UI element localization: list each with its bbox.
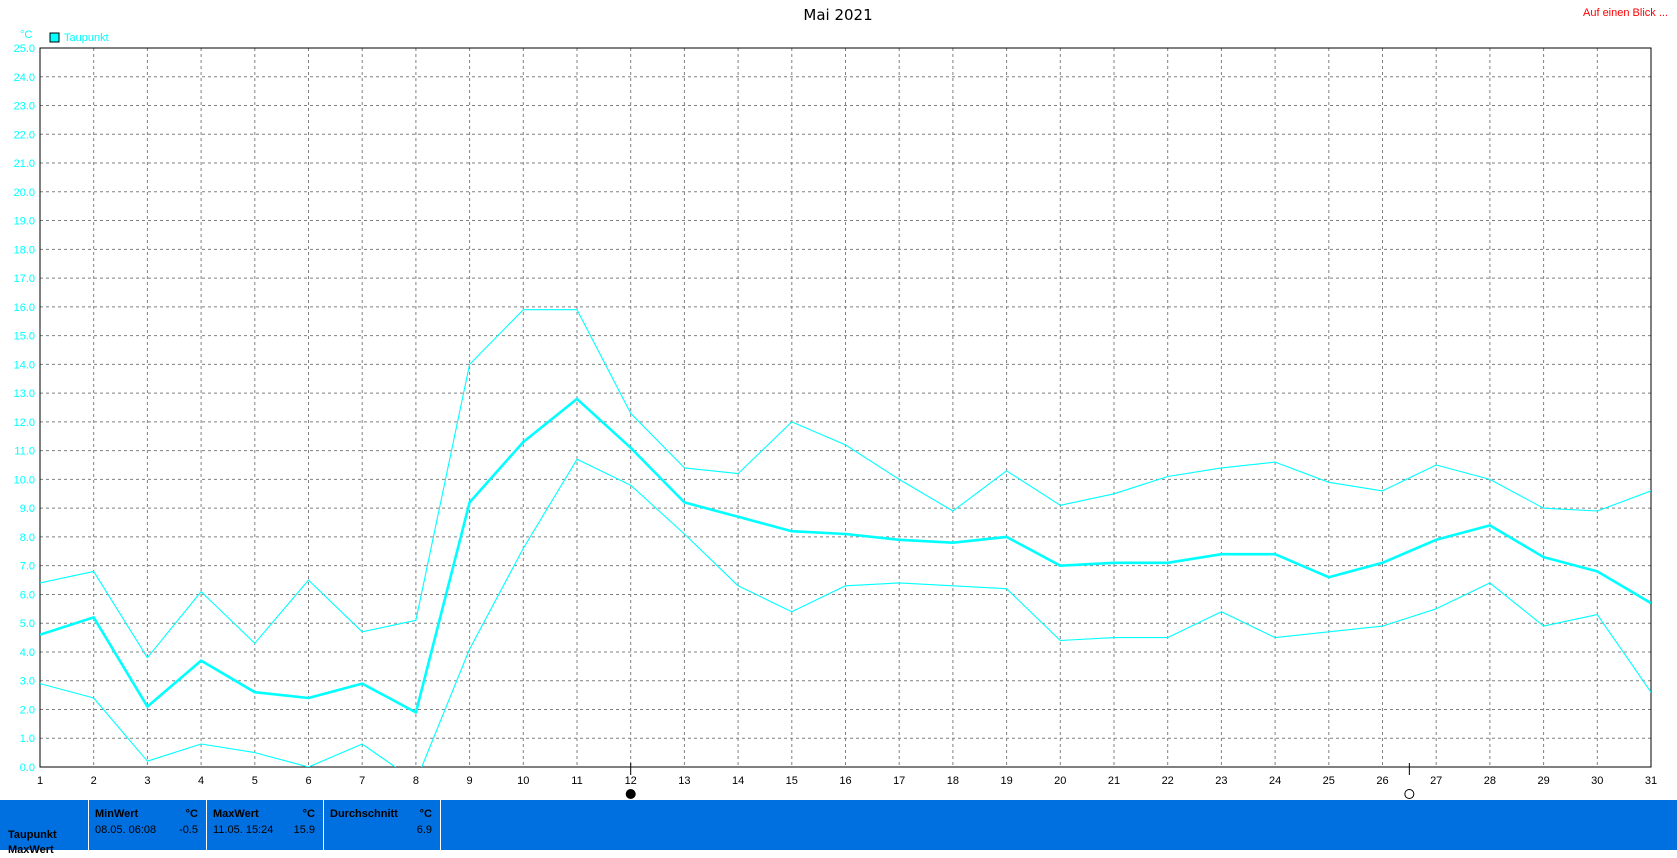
plot-frame: [39, 47, 1652, 768]
x-tick-label: 15: [786, 775, 798, 787]
stat-row-label: MaxWert: [8, 844, 54, 856]
stat-head: MaxWert: [213, 808, 259, 820]
stat-date: 11.05. 15:24: [213, 824, 274, 836]
x-tick-label: 2: [91, 775, 97, 787]
new-moon-icon: [1404, 789, 1415, 799]
x-tick-label: 18: [947, 775, 959, 787]
y-tick-label: 1.0: [20, 733, 35, 745]
dewpoint-chart: Mai 2021 Auf einen Blick ... °C Taupunkt…: [14, 6, 1668, 799]
y-tick-label: 9.0: [20, 503, 35, 515]
x-tick-label: 31: [1645, 775, 1657, 787]
x-tick-label: 30: [1591, 775, 1603, 787]
y-tick-label: 11.0: [14, 446, 35, 458]
x-tick-label: 14: [732, 775, 744, 787]
stat-box-max: MaxWert °C 11.05. 15:24 15.9: [206, 800, 323, 850]
full-moon-icon: [625, 789, 636, 799]
stat-box-min: MinWert °C 08.05. 06:08 -0.5: [88, 800, 206, 850]
stat-value: -0.5: [179, 824, 198, 836]
grid: [40, 48, 1651, 767]
x-tick-label: 12: [625, 775, 637, 787]
stat-head: MinWert: [95, 808, 139, 820]
y-tick-label: 24.0: [14, 72, 35, 84]
x-tick-label: 17: [893, 775, 905, 787]
y-tick-label: 5.0: [20, 618, 35, 630]
stat-value: 6.9: [416, 824, 432, 836]
y-tick-label: 12.0: [14, 417, 35, 429]
x-tick-label: 9: [467, 775, 473, 787]
x-tick-label: 7: [359, 775, 365, 787]
x-tick-label: 3: [144, 775, 150, 787]
y-axis-unit: °C: [20, 29, 32, 41]
y-tick-label: 7.0: [20, 561, 35, 573]
stat-value: 15.9: [293, 824, 315, 836]
y-tick-label: 16.0: [14, 302, 35, 314]
y-tick-label: 18.0: [14, 244, 35, 256]
stat-unit: °C: [302, 808, 315, 820]
stat-date: 08.05. 06:08: [95, 824, 157, 836]
y-tick-label: 13.0: [14, 388, 35, 400]
x-tick-label: 11: [571, 775, 582, 787]
x-tick-label: 26: [1376, 775, 1388, 787]
statistics-bar: Taupunkt MaxWert MinWert °C 08.05. 06:08…: [0, 800, 1677, 856]
legend-swatch: [49, 32, 60, 43]
x-tick-label: 23: [1215, 775, 1227, 787]
stat-unit: °C: [419, 808, 432, 820]
y-tick-label: 21.0: [14, 158, 35, 170]
x-tick-label: 22: [1162, 775, 1174, 787]
y-tick-label: 25.0: [14, 43, 35, 55]
x-tick-label: 19: [1000, 775, 1012, 787]
y-tick-label: 10.0: [14, 474, 35, 486]
stat-row-label: Taupunkt: [8, 829, 57, 841]
x-tick-label: 21: [1108, 775, 1120, 787]
stat-unit: °C: [185, 808, 198, 820]
moon-markers: [625, 763, 1415, 799]
x-tick-label: 29: [1537, 775, 1549, 787]
x-tick-label: 6: [305, 775, 311, 787]
stat-row-labels: Taupunkt MaxWert: [8, 828, 88, 858]
x-tick-label: 28: [1484, 775, 1496, 787]
x-tick-label: 13: [678, 775, 690, 787]
x-tick-label: 5: [252, 775, 258, 787]
x-tick-label: 24: [1269, 775, 1281, 787]
legend-label: Taupunkt: [64, 32, 109, 44]
x-tick-label: 27: [1430, 775, 1442, 787]
x-tick-label: 8: [413, 775, 419, 787]
x-tick-label: 25: [1323, 775, 1335, 787]
overview-link[interactable]: Auf einen Blick ...: [1583, 7, 1668, 19]
y-tick-label: 4.0: [20, 647, 35, 659]
y-tick-label: 6.0: [20, 589, 35, 601]
x-tick-label: 10: [517, 775, 529, 787]
chart-title: Mai 2021: [803, 6, 872, 24]
stat-box-average: Durchschnitt °C 6.9: [323, 800, 441, 850]
y-tick-label: 19.0: [14, 216, 35, 228]
y-tick-label: 22.0: [14, 129, 35, 141]
stat-head: Durchschnitt: [330, 808, 398, 820]
x-tick-label: 1: [37, 775, 43, 787]
y-tick-label: 0.0: [20, 762, 35, 774]
y-tick-label: 3.0: [20, 676, 35, 688]
x-tick-label: 20: [1054, 775, 1066, 787]
axes: 0.01.02.03.04.05.06.07.08.09.010.011.012…: [14, 43, 1658, 787]
y-tick-label: 14.0: [14, 359, 35, 371]
y-tick-label: 15.0: [14, 331, 35, 343]
y-tick-label: 23.0: [14, 101, 35, 113]
y-tick-label: 17.0: [14, 273, 35, 285]
x-tick-label: 4: [198, 775, 204, 787]
x-tick-label: 16: [839, 775, 851, 787]
y-tick-label: 8.0: [20, 532, 35, 544]
y-tick-label: 20.0: [14, 187, 35, 199]
y-tick-label: 2.0: [20, 704, 35, 716]
